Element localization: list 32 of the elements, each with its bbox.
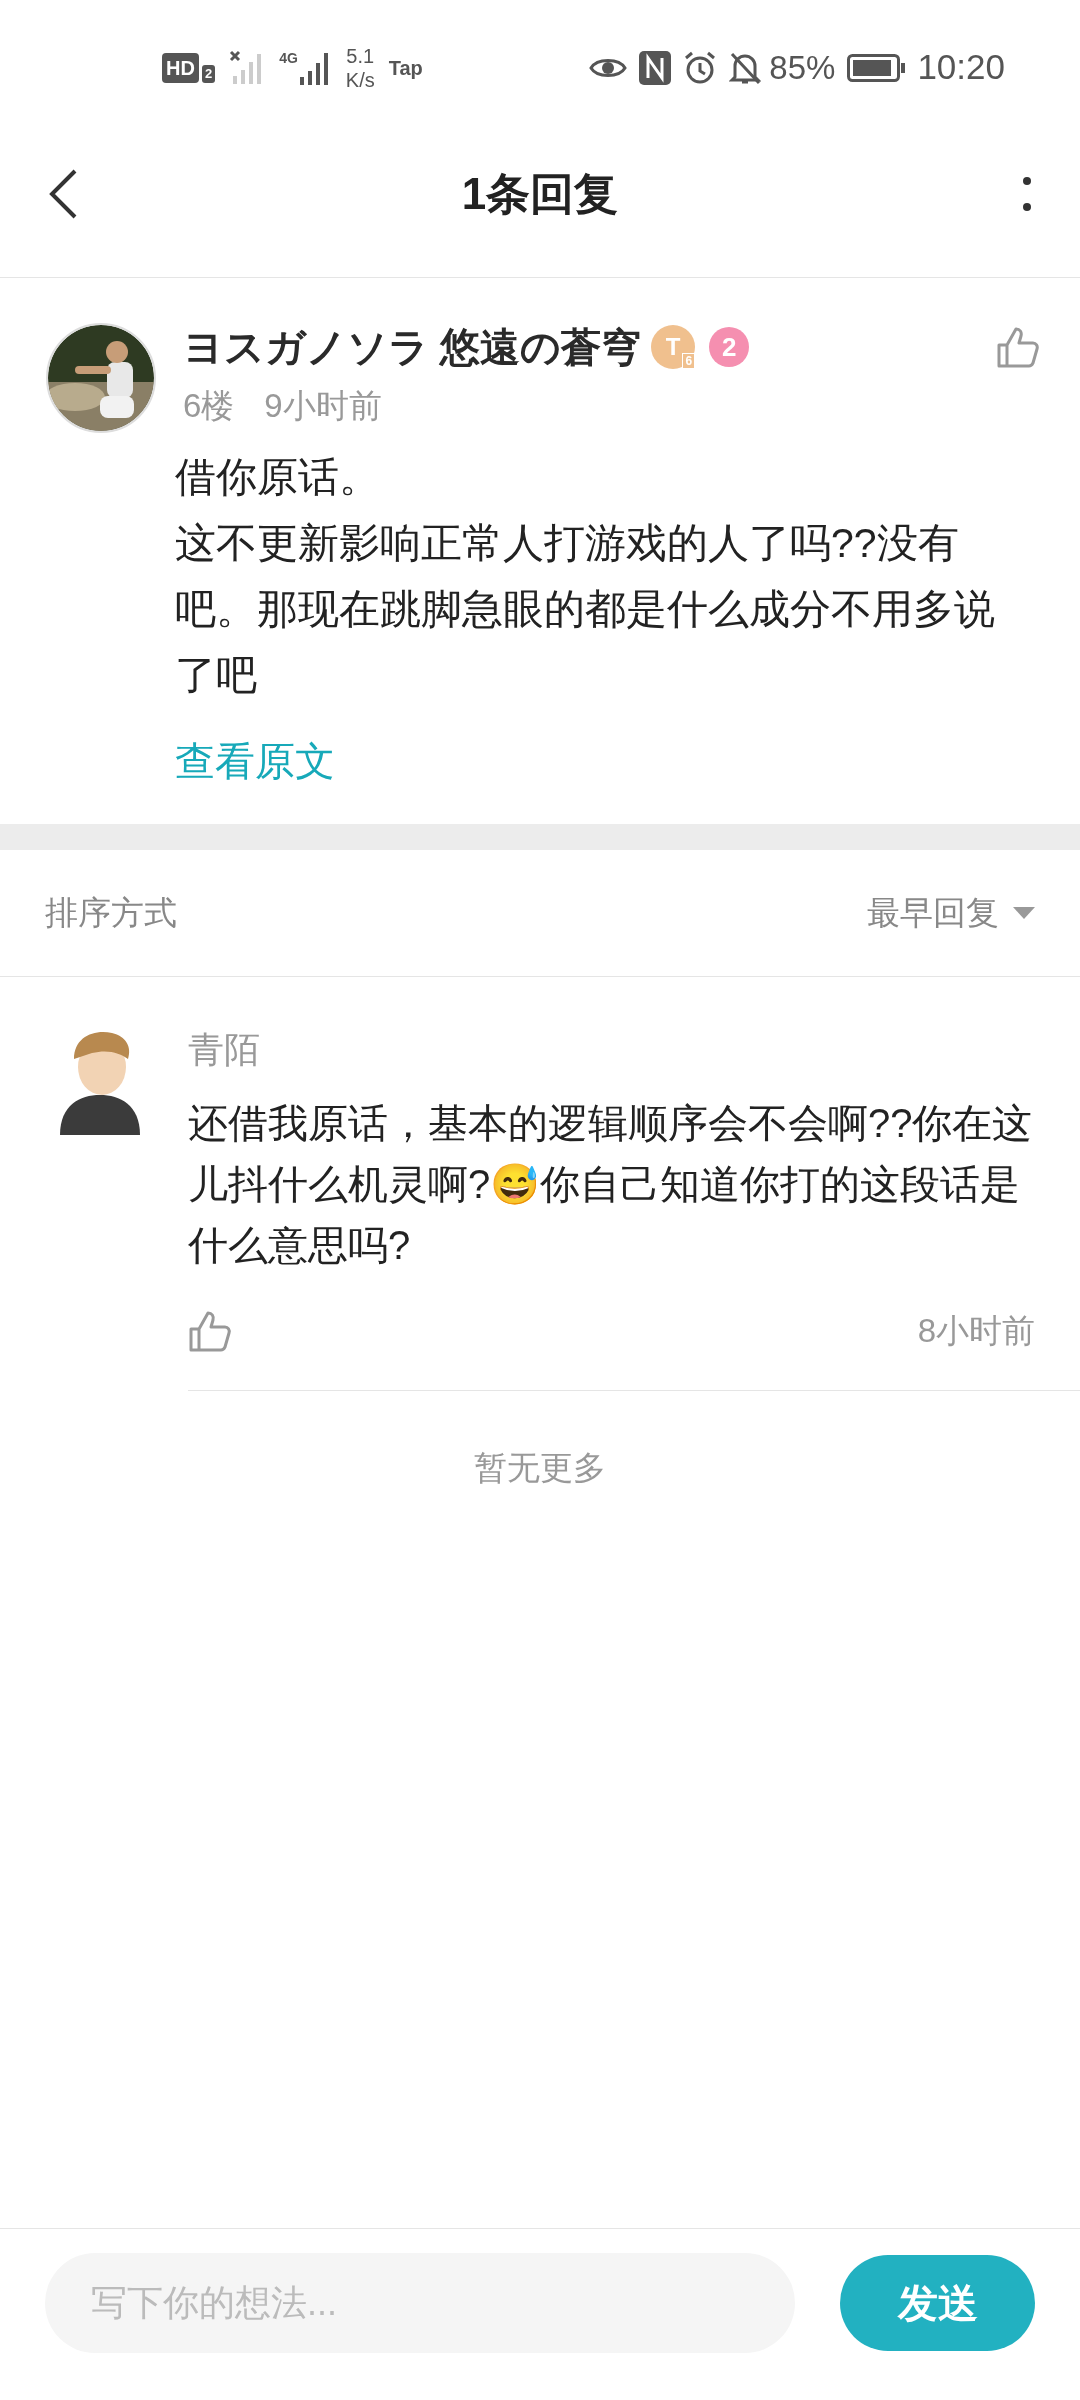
reply-time: 8小时前 [917,1311,1035,1351]
reply-text: 还借我原话，基本的逻辑顺序会不会啊??你在这儿抖什么机灵啊?😅你自己知道你打的这段话是什么意思吗? [188,1100,1034,1269]
hd-label: HD [162,52,199,83]
network-speed: 5.1 [346,43,375,68]
more-icon[interactable] [1022,176,1032,212]
speed-unit: K/s [345,67,375,92]
battery-icon [847,53,906,82]
level-badge: T 6 [651,325,696,369]
floor-number: 6楼 [183,386,235,426]
author-name[interactable]: ヨスガノソラ 悠遠の蒼穹 [183,322,642,372]
view-original-link[interactable]: 查看原文 [175,736,335,786]
battery-percent: 85% [769,47,836,88]
clock-time: 10:20 [917,46,1005,89]
app-label: Tap [388,55,423,81]
sim-label: 2 [201,64,216,83]
caret-icon [1013,907,1035,919]
end-note: 暂无更多 [473,1447,607,1488]
network-type: 4G [279,50,298,65]
nfc-icon [639,50,672,85]
comment-text: 借你原话。 [175,453,381,502]
page-title: 1条回复 [461,168,619,220]
count-badge: 2 [709,327,750,367]
sort-dropdown[interactable]: 最早回复 [867,888,1035,938]
comment-text: 这不更新影响正常人打游戏的人了吗??没有吧。那现在跳脚急眼的都是什么成分不用多说了吧 [175,519,996,700]
alarm-icon [683,50,718,85]
sort-label: 排序方式 [45,893,177,934]
bell-off-icon [729,50,762,85]
send-button[interactable]: 发送 [840,2254,1035,2351]
reply-author[interactable]: 青陌 [188,1025,1080,1073]
like-icon[interactable] [996,325,1040,369]
comment-input[interactable]: 写下你的想法... [45,2252,795,2353]
post-time: 9小时前 [264,386,382,426]
